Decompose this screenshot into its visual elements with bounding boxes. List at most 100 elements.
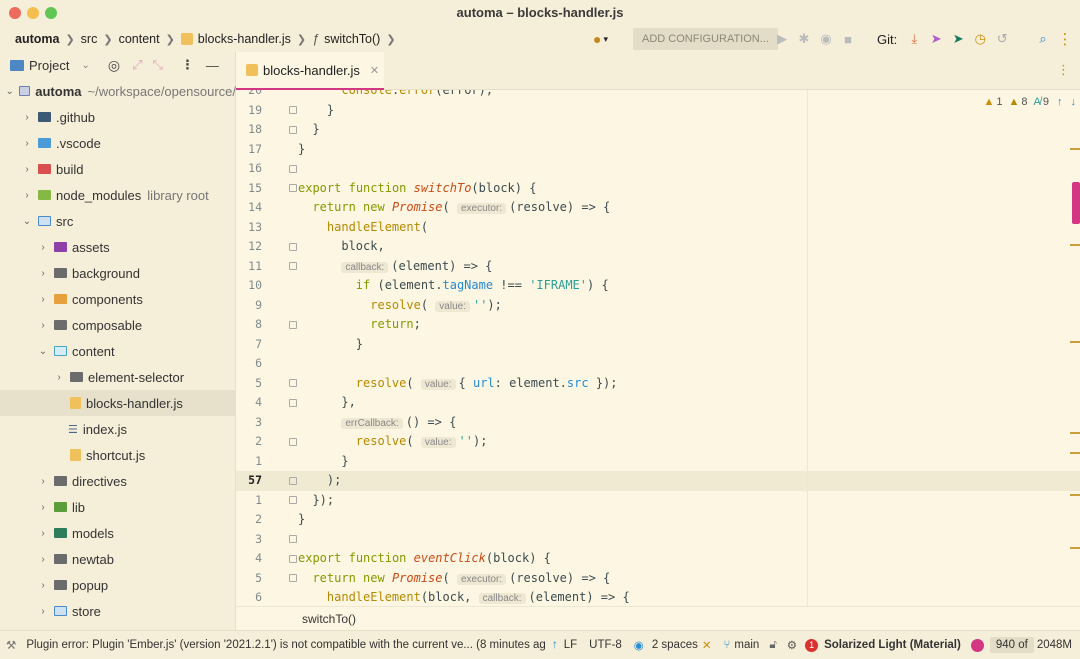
tab-blocks-handler[interactable]: blocks-handler.js ✕ (236, 52, 384, 90)
encoding-widget[interactable]: UTF-8 (589, 639, 622, 651)
git-history-icon[interactable]: ◷ (969, 28, 991, 50)
tree-item-src[interactable]: ⌄ src (0, 208, 236, 234)
tree-item-directives[interactable]: › directives (0, 468, 236, 494)
tree-item-label: build (56, 161, 84, 177)
tree-item-node-modules[interactable]: › node_modules library root (0, 182, 236, 208)
tree-item-build[interactable]: › build (0, 156, 236, 182)
line-number: 4 (255, 551, 262, 565)
hide-panel-icon[interactable]: — (206, 58, 219, 73)
tab-options-icon[interactable]: ⋮ (1057, 62, 1070, 78)
zoom-window-button[interactable] (45, 7, 57, 19)
stop-icon[interactable]: ■ (837, 28, 859, 50)
code-breadcrumb[interactable]: switchTo() (236, 606, 1080, 630)
user-icon[interactable]: ● ▾ (593, 26, 608, 52)
lock-icon[interactable]: 🔓︎ (769, 639, 776, 652)
parameter-hint: callback: (478, 593, 526, 604)
close-tab-icon[interactable]: ✕ (370, 64, 379, 77)
tree-item-models[interactable]: › models (0, 520, 236, 546)
debug-icon[interactable]: ✱ (793, 28, 815, 50)
git-rollback-icon[interactable]: ↺ (991, 28, 1013, 50)
tree-item-content[interactable]: ⌄ content (0, 338, 236, 364)
folder-icon (54, 320, 67, 330)
tree-item-store[interactable]: › store (0, 598, 236, 624)
tree-item-github[interactable]: › .github (0, 104, 236, 130)
code-line: errCallback:() => { (298, 413, 1038, 433)
memory-indicator[interactable]: 940 of (989, 637, 1034, 653)
project-view-selector[interactable]: Project (29, 58, 69, 73)
eye-icon[interactable]: ◉ (634, 638, 644, 652)
chevron-right-icon: › (25, 111, 29, 123)
tree-item-blocks-handler[interactable]: blocks-handler.js (0, 390, 236, 416)
fold-marker-icon[interactable] (289, 320, 297, 329)
tree-item-vscode[interactable]: › .vscode (0, 130, 236, 156)
scrollbar-thumb[interactable] (1072, 182, 1080, 224)
fold-marker-icon[interactable] (289, 574, 297, 583)
collapse-all-icon[interactable]: ⤡ (152, 57, 162, 73)
code-breadcrumb-item[interactable]: switchTo() (302, 612, 356, 626)
fold-marker-icon[interactable] (289, 184, 297, 193)
breadcrumb-item-automa[interactable]: automa (15, 32, 59, 46)
expand-all-icon[interactable]: ⤢ (132, 57, 142, 73)
plugin-error-icon[interactable]: ⚒ (6, 638, 16, 652)
title-bar: automa – blocks-handler.js (0, 0, 1080, 26)
fold-marker-icon[interactable] (289, 379, 297, 388)
fold-marker-icon[interactable] (289, 554, 297, 563)
git-push-icon[interactable]: ➤ (947, 28, 969, 50)
breadcrumb-item-function[interactable]: switchTo() (324, 32, 380, 46)
tree-item-index[interactable]: ☰ index.js (0, 416, 236, 442)
add-configuration-button[interactable]: ADD CONFIGURATION... (633, 28, 778, 50)
status-message[interactable]: Plugin error: Plugin 'Ember.js' (version… (26, 639, 546, 651)
fold-marker-icon[interactable] (289, 476, 297, 485)
tools-icon[interactable]: ✕ (702, 638, 712, 652)
branch-icon: ⑂ (723, 639, 731, 651)
run-icon[interactable]: ▶ (771, 28, 793, 50)
fold-marker-icon[interactable] (289, 164, 297, 173)
code-view[interactable]: 20 19 18 17 16 15 14 13 12 11 10 9 8 7 6… (236, 90, 1080, 606)
project-view-icon (10, 59, 24, 71)
git-update-icon[interactable]: ⤓ (903, 28, 925, 50)
fold-marker-icon[interactable] (289, 437, 297, 446)
settings-dots-icon[interactable]: ⋮ (1054, 28, 1076, 50)
tree-item-newtab[interactable]: › newtab (0, 546, 236, 572)
tree-item-element-selector[interactable]: › element-selector (0, 364, 236, 390)
chevron-down-icon[interactable]: ⌄ (81, 60, 89, 71)
breadcrumb-item-content[interactable]: content (119, 32, 160, 46)
fold-marker-icon[interactable] (289, 242, 297, 251)
code-line: return; (370, 317, 421, 331)
tree-item-popup[interactable]: › popup (0, 572, 236, 598)
scroll-marker (1070, 148, 1080, 150)
fold-marker-icon[interactable] (289, 125, 297, 134)
coverage-icon[interactable]: ◉ (815, 28, 837, 50)
search-icon[interactable]: ⌕ (1032, 28, 1054, 50)
inspector-icon[interactable]: ⚙ (787, 638, 797, 652)
tree-root[interactable]: ⌄ automa ~/workspace/opensource/ (0, 78, 236, 104)
git-commit-icon[interactable]: ➤ (925, 28, 947, 50)
tree-item-composable[interactable]: › composable (0, 312, 236, 338)
tree-item-label: src (56, 213, 74, 229)
tree-item-assets[interactable]: › assets (0, 234, 236, 260)
tree-item-lib[interactable]: › lib (0, 494, 236, 520)
fold-marker-icon[interactable] (289, 496, 297, 505)
accent-color-icon[interactable] (970, 638, 984, 652)
locate-file-icon[interactable]: ◎ (108, 57, 120, 74)
theme-widget[interactable]: Solarized Light (Material) (824, 639, 961, 651)
tree-item-background[interactable]: › background (0, 260, 236, 286)
fold-marker-icon[interactable] (289, 398, 297, 407)
fold-marker-icon[interactable] (289, 535, 297, 544)
close-window-button[interactable] (9, 7, 21, 19)
breadcrumb-item-src[interactable]: src (81, 32, 98, 46)
error-count-badge[interactable]: 1 (805, 638, 819, 652)
git-branch-widget[interactable]: main (734, 639, 759, 651)
line-number: 17 (248, 141, 262, 156)
tree-item-components[interactable]: › components (0, 286, 236, 312)
fold-marker-icon[interactable] (289, 262, 297, 271)
line-separator-widget[interactable]: LF (564, 639, 577, 651)
minimize-window-button[interactable] (27, 7, 39, 19)
line-number: 2 (255, 512, 262, 526)
options-menu-icon[interactable]: ⋮ (181, 57, 194, 73)
tree-item-shortcut[interactable]: shortcut.js (0, 442, 236, 468)
indent-widget[interactable]: 2 spaces (652, 639, 698, 651)
window-title: automa – blocks-handler.js (456, 5, 624, 20)
fold-marker-icon[interactable] (289, 106, 297, 115)
breadcrumb-item-file[interactable]: blocks-handler.js (198, 32, 291, 46)
